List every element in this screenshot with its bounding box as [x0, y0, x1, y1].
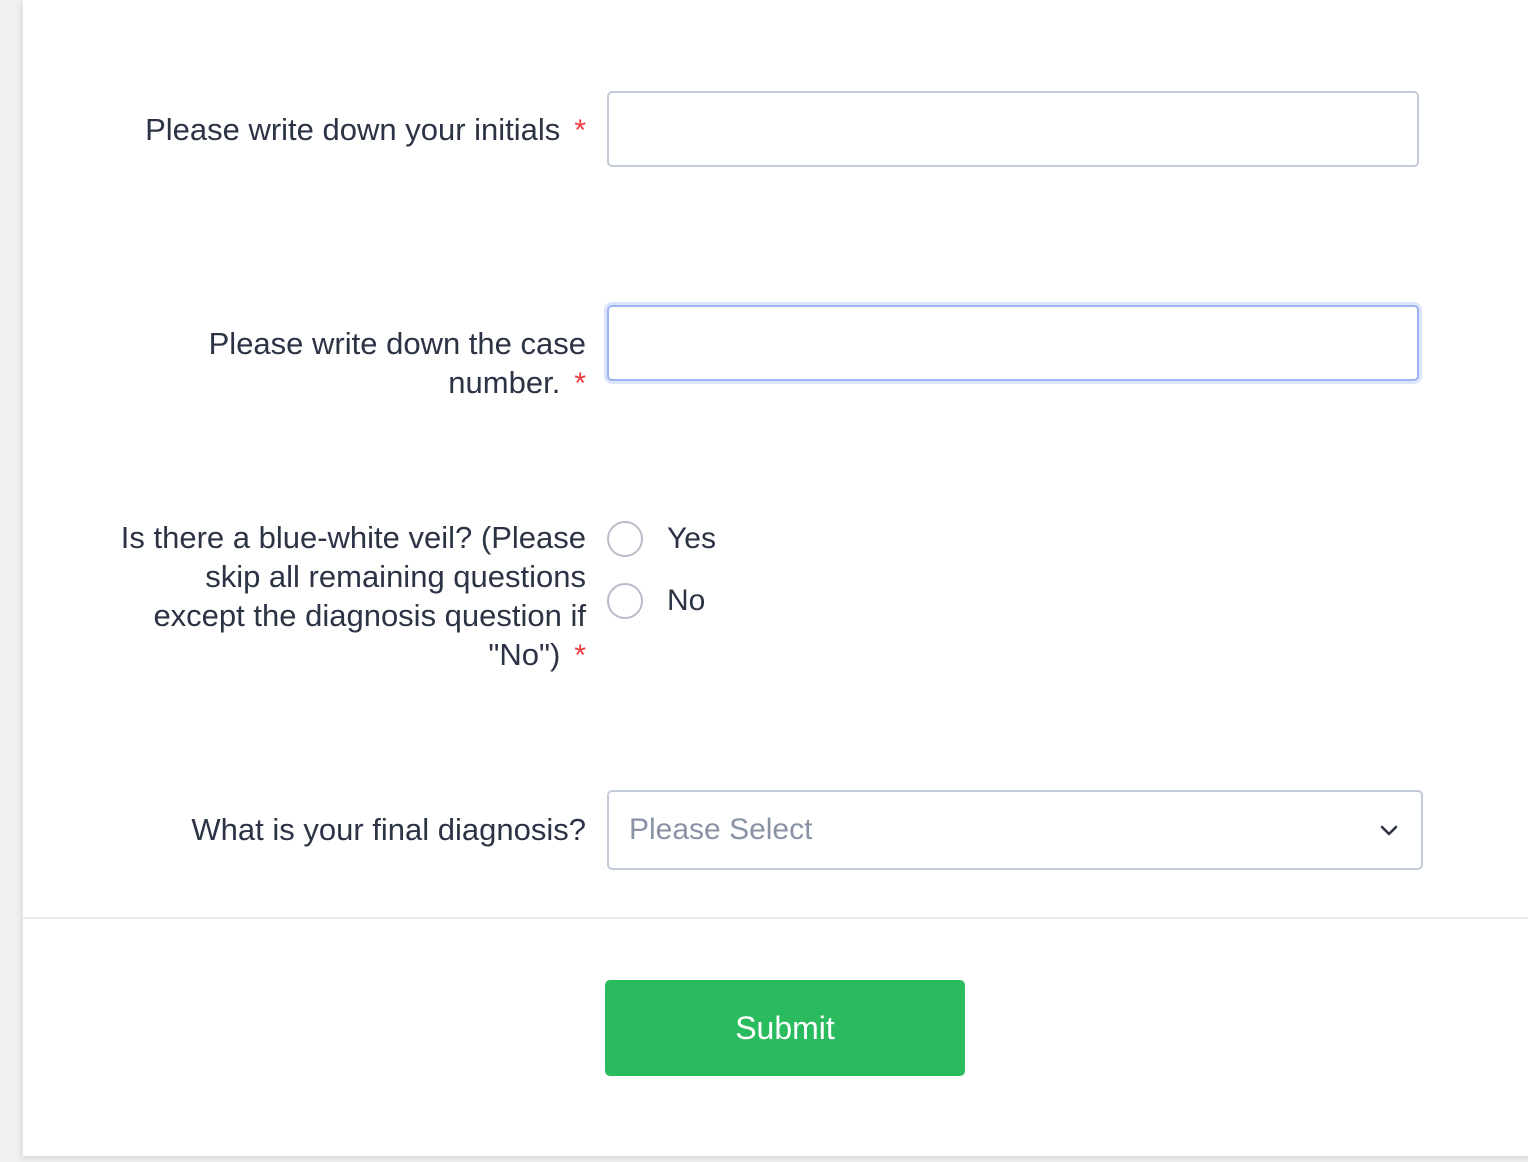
submit-button[interactable]: Submit — [605, 980, 965, 1076]
initials-label: Please write down your initials * — [126, 110, 586, 150]
radio-button-yes[interactable] — [607, 521, 643, 557]
radio-option-yes[interactable]: Yes — [607, 519, 716, 559]
radio-button-no[interactable] — [607, 583, 643, 619]
diagnosis-select-value: Please Select — [629, 813, 813, 846]
required-asterisk: * — [574, 114, 586, 147]
required-asterisk: * — [574, 639, 586, 672]
radio-label-no: No — [667, 584, 706, 617]
form-divider — [23, 917, 1528, 919]
case-number-label: Please write down the case number. * — [126, 324, 586, 403]
diagnosis-select[interactable]: Please Select — [607, 790, 1423, 870]
initials-input[interactable] — [607, 91, 1419, 167]
initials-label-text: Please write down your initials — [145, 112, 561, 147]
diagnosis-label-text: What is your final diagnosis? — [191, 812, 586, 847]
required-asterisk: * — [574, 367, 586, 400]
veil-question-label-text: Is there a blue-white veil? (Please skip… — [120, 520, 586, 672]
radio-label-yes: Yes — [667, 522, 716, 555]
radio-option-no[interactable]: No — [607, 581, 705, 621]
form-card: Please write down your initials * Please … — [22, 0, 1528, 1156]
veil-question-label: Is there a blue-white veil? (Please skip… — [116, 518, 586, 675]
diagnosis-label: What is your final diagnosis? — [126, 810, 586, 849]
chevron-down-icon — [1380, 825, 1398, 836]
case-number-input[interactable] — [607, 305, 1419, 381]
case-number-label-text: Please write down the case number. — [208, 326, 586, 400]
